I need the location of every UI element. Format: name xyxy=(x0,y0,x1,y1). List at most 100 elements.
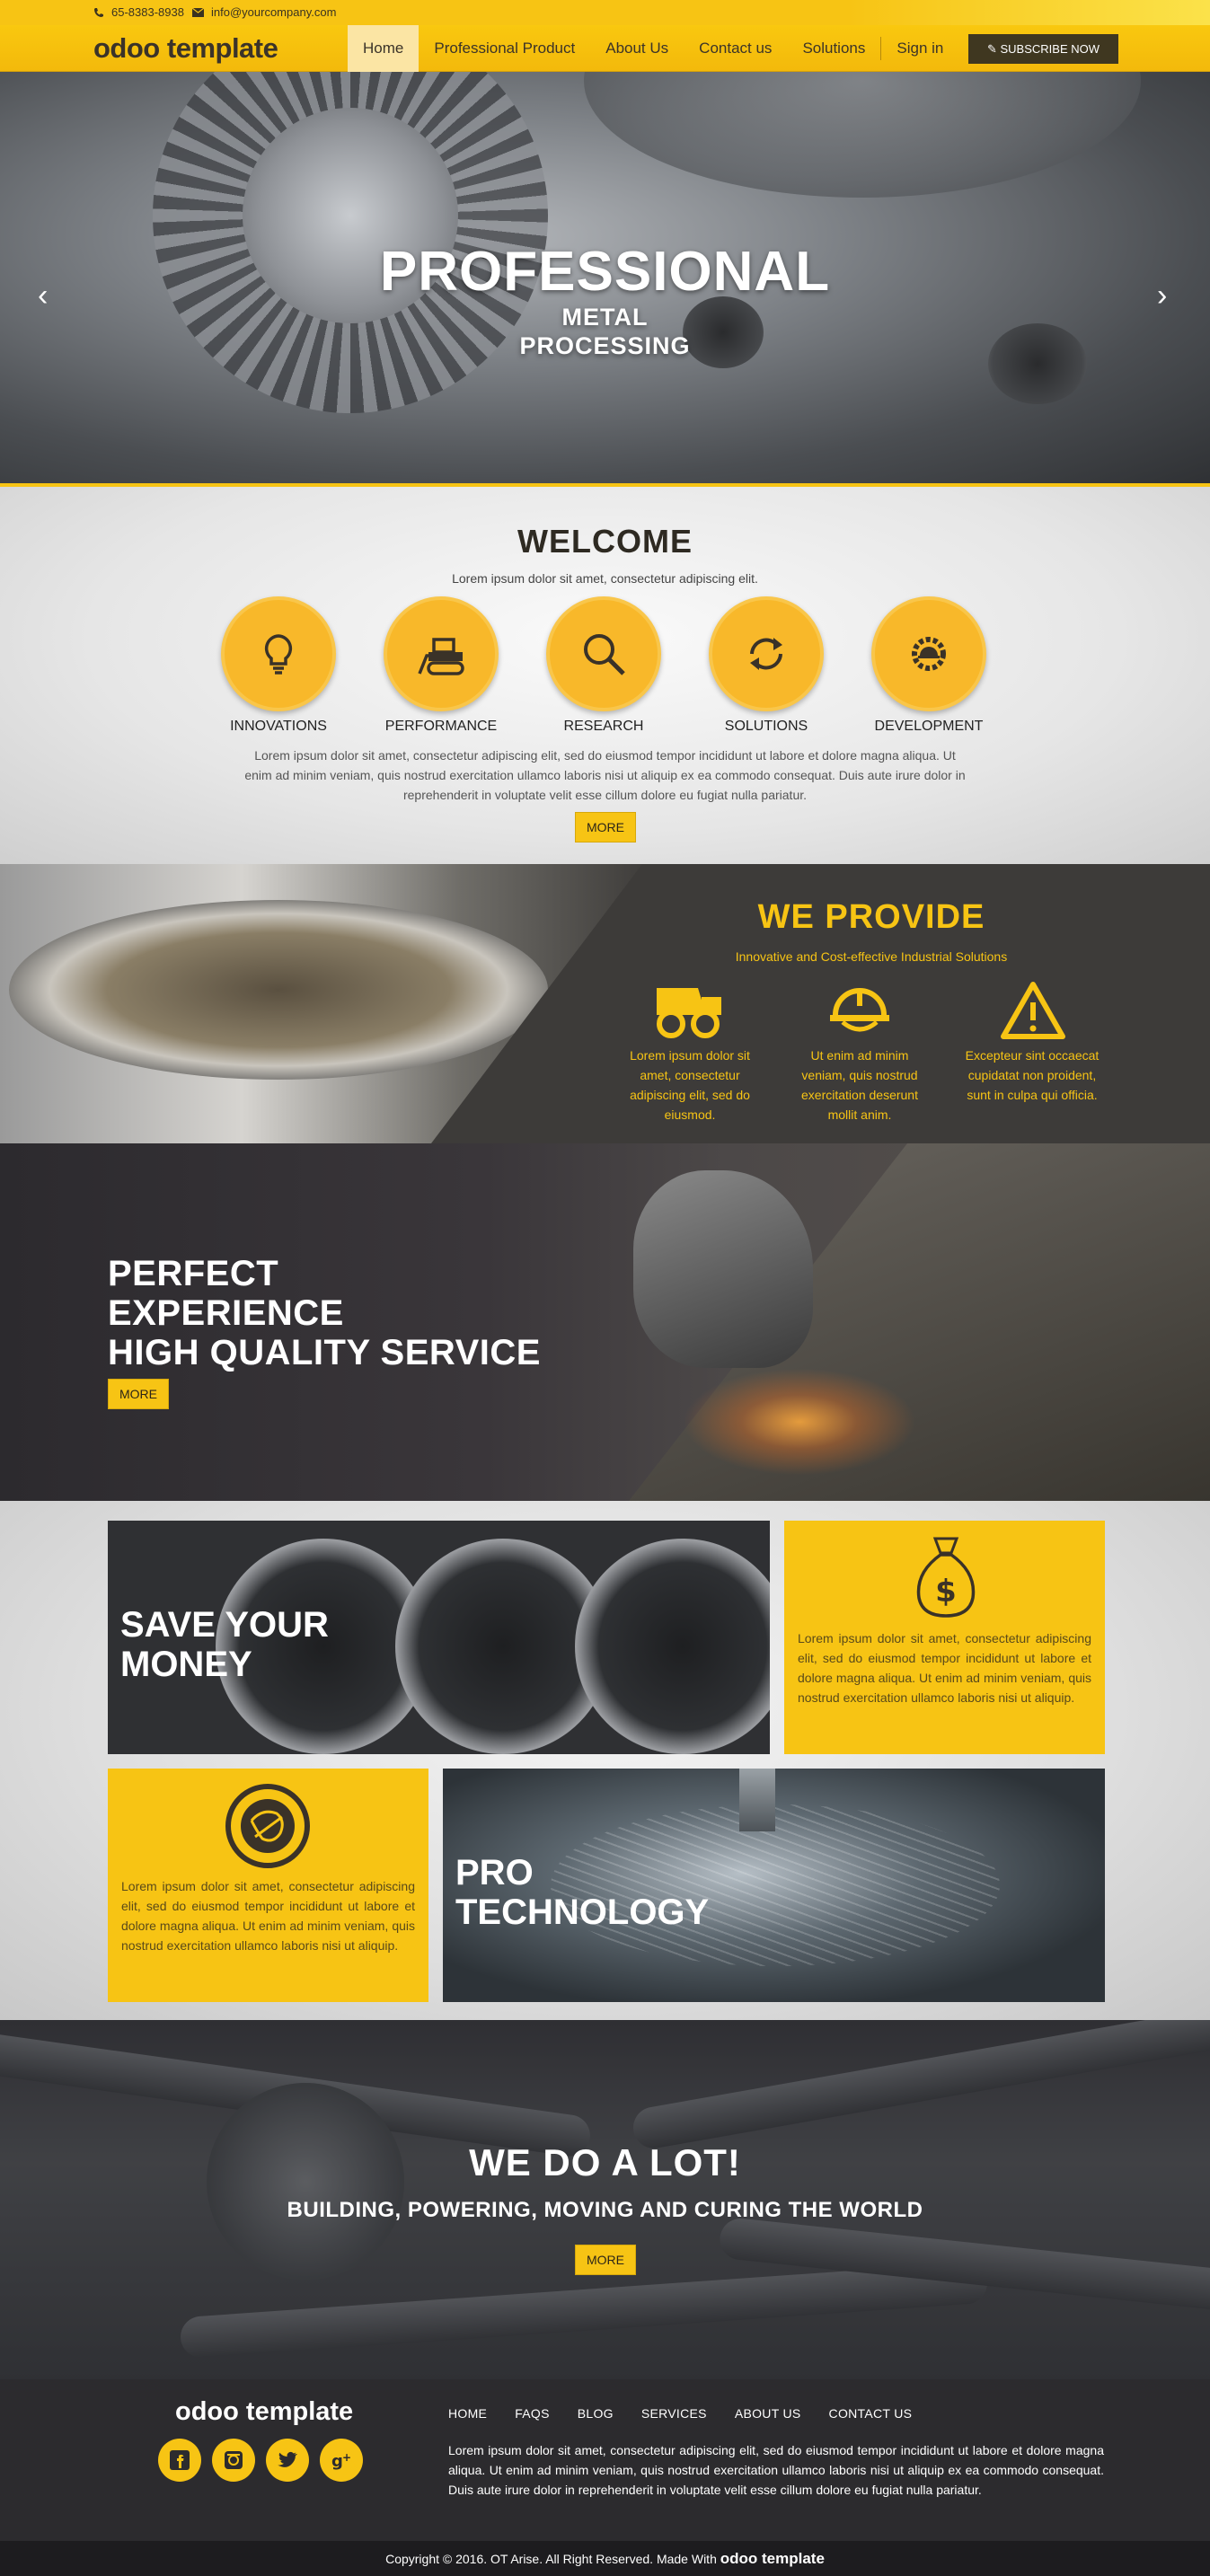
hero-subtitle-1: METAL xyxy=(561,304,649,331)
social-instagram-button[interactable] xyxy=(212,2439,255,2482)
menu-sign-in[interactable]: Sign in xyxy=(881,25,958,72)
pencil-icon: ✎ xyxy=(986,42,997,56)
instagram-icon xyxy=(225,2451,243,2469)
feature-label-development: DEVELOPMENT xyxy=(874,719,984,734)
we-do-subtitle: BUILDING, POWERING, MOVING AND CURING TH… xyxy=(287,2198,923,2222)
phone-contact[interactable]: 65-8383-8938 xyxy=(93,5,184,19)
dump-truck-icon xyxy=(657,988,721,1038)
menu-solutions[interactable]: Solutions xyxy=(787,25,880,72)
provide-item-3-icon-wrap xyxy=(993,979,1073,1042)
subscribe-label: SUBSCRIBE NOW xyxy=(1000,42,1100,56)
experience-line-1: PERFECT xyxy=(108,1254,279,1293)
facebook-icon xyxy=(170,2450,190,2470)
experience-line-3: HIGH QUALITY SERVICE xyxy=(108,1333,541,1372)
svg-text:+: + xyxy=(342,2451,351,2464)
feature-innovations[interactable] xyxy=(221,596,336,711)
provide-title: WE PROVIDE xyxy=(757,898,985,936)
footer-logo-main: odoo xyxy=(175,2397,239,2426)
hero-slider: PROFESSIONAL METAL PROCESSING ‹ › xyxy=(0,72,1210,487)
main-menu: Home Professional Product About Us Conta… xyxy=(348,25,958,72)
feature-label-research: RESEARCH xyxy=(563,719,644,734)
provide-item-1-text: Lorem ipsum dolor sit amet, consectetur … xyxy=(630,1048,750,1122)
phone-number: 65-8383-8938 xyxy=(111,5,184,19)
site-footer: odoo template g + HOME FAQS BLOG SERVICES… xyxy=(0,2379,1210,2576)
site-logo[interactable]: odoo template xyxy=(93,32,278,65)
footer-link-about-us[interactable]: ABOUT US xyxy=(735,2406,801,2421)
footer-logo-sub: template xyxy=(245,2397,354,2426)
save-money-title: SAVE YOUR MONEY xyxy=(120,1605,329,1684)
provide-item-3-text: Excepteur sint occaecat cupidatat non pr… xyxy=(965,1048,1100,1102)
feature-performance[interactable] xyxy=(384,596,499,711)
menu-home[interactable]: Home xyxy=(348,25,420,72)
pipe-image xyxy=(9,900,548,1080)
we-do-title: WE DO A LOT! xyxy=(469,2141,741,2183)
hero-title: PROFESSIONAL xyxy=(379,241,831,303)
email-contact[interactable]: info@yourcompany.com xyxy=(192,5,336,19)
sparks-image xyxy=(683,1368,916,1476)
save-money-tile[interactable]: SAVE YOUR MONEY xyxy=(108,1521,770,1754)
subscribe-button[interactable]: ✎ SUBSCRIBE NOW xyxy=(968,34,1118,64)
globe-icon xyxy=(225,1784,310,1868)
feature-label-performance: PERFORMANCE xyxy=(384,719,498,734)
provide-item-1-icon-wrap xyxy=(651,979,732,1042)
menu-contact-us[interactable]: Contact us xyxy=(684,25,787,72)
footer-text: Lorem ipsum dolor sit amet, consectetur … xyxy=(448,2443,1104,2497)
hero-subtitle-2: PROCESSING xyxy=(519,332,691,359)
we-do-a-lot-section: WE DO A LOT! BUILDING, POWERING, MOVING … xyxy=(0,2020,1210,2379)
warning-icon xyxy=(1001,982,1065,1039)
social-facebook-button[interactable] xyxy=(158,2439,201,2482)
feature-label-innovations: INNOVATIONS xyxy=(230,719,327,734)
social-twitter-button[interactable] xyxy=(266,2439,309,2482)
svg-text:g: g xyxy=(331,2452,343,2471)
money-info-tile: $ Lorem ipsum dolor sit amet, consectetu… xyxy=(784,1521,1105,1754)
laser-head-image xyxy=(739,1769,775,1831)
globe-info-text: Lorem ipsum dolor sit amet, consectetur … xyxy=(121,1879,415,1953)
feature-solutions[interactable] xyxy=(709,596,824,711)
footer-link-blog[interactable]: BLOG xyxy=(578,2406,614,2421)
bulldozer-icon xyxy=(418,638,464,675)
money-bag-icon: $ xyxy=(916,1537,976,1618)
globe-info-tile: Lorem ipsum dolor sit amet, consectetur … xyxy=(108,1769,428,2002)
menu-professional-product[interactable]: Professional Product xyxy=(419,25,590,72)
refresh-icon xyxy=(750,638,782,670)
pro-technology-tile[interactable]: PRO TECHNOLOGY xyxy=(443,1769,1105,2002)
we-do-more-button[interactable]: MORE xyxy=(575,2245,636,2275)
top-contact-bar: 65-8383-8938 info@yourcompany.com xyxy=(0,0,1210,25)
experience-heading: PERFECT EXPERIENCE HIGH QUALITY SERVICE xyxy=(108,1254,541,1372)
footer-link-contact-us[interactable]: CONTACT US xyxy=(829,2406,913,2421)
save-line-1: SAVE YOUR xyxy=(120,1605,329,1645)
logo-sub: template xyxy=(166,32,278,64)
footer-menu: HOME FAQS BLOG SERVICES ABOUT US CONTACT… xyxy=(448,2406,912,2421)
experience-more-button[interactable]: MORE xyxy=(108,1379,169,1409)
social-google-plus-button[interactable]: g + xyxy=(320,2439,363,2482)
menu-about-us[interactable]: About Us xyxy=(590,25,684,72)
experience-section: PERFECT EXPERIENCE HIGH QUALITY SERVICE … xyxy=(0,1143,1210,1501)
pro-line-2: TECHNOLOGY xyxy=(455,1892,710,1932)
phone-icon xyxy=(94,7,103,17)
welcome-paragraph: Lorem ipsum dolor sit amet, consectetur … xyxy=(244,748,966,802)
footer-link-home[interactable]: HOME xyxy=(448,2406,487,2421)
save-line-2: MONEY xyxy=(120,1645,252,1684)
provide-item-2-text: Ut enim ad minim veniam, quis nostrud ex… xyxy=(801,1048,918,1122)
copyright-bar: Copyright © 2016. OT Arise. All Right Re… xyxy=(0,2541,1210,2576)
provide-item-2-icon-wrap xyxy=(819,979,900,1042)
chevron-left-icon[interactable]: ‹ xyxy=(38,278,48,313)
logo-main: odoo xyxy=(93,32,160,64)
svg-text:$: $ xyxy=(935,1574,957,1610)
footer-logo[interactable]: odoo template xyxy=(175,2397,353,2427)
lightbulb-icon xyxy=(264,634,293,675)
feature-research[interactable] xyxy=(546,596,661,711)
footer-link-faqs[interactable]: FAQS xyxy=(515,2406,550,2421)
feature-development[interactable] xyxy=(871,596,986,711)
footer-link-services[interactable]: SERVICES xyxy=(641,2406,707,2421)
chevron-right-icon[interactable]: › xyxy=(1157,278,1167,313)
copyright-logo: odoo template xyxy=(720,2550,825,2567)
welcome-more-button[interactable]: MORE xyxy=(575,812,636,842)
hard-hat-icon xyxy=(830,988,889,1032)
provide-tagline: Innovative and Cost-effective Industrial… xyxy=(735,949,1008,964)
welcome-title: WELCOME xyxy=(517,523,693,560)
google-plus-icon: g + xyxy=(331,2451,351,2471)
copyright-text: Copyright © 2016. OT Arise. All Right Re… xyxy=(385,2552,717,2566)
feature-label-solutions: SOLUTIONS xyxy=(724,719,808,734)
welcome-section: WELCOME Lorem ipsum dolor sit amet, cons… xyxy=(0,487,1210,864)
